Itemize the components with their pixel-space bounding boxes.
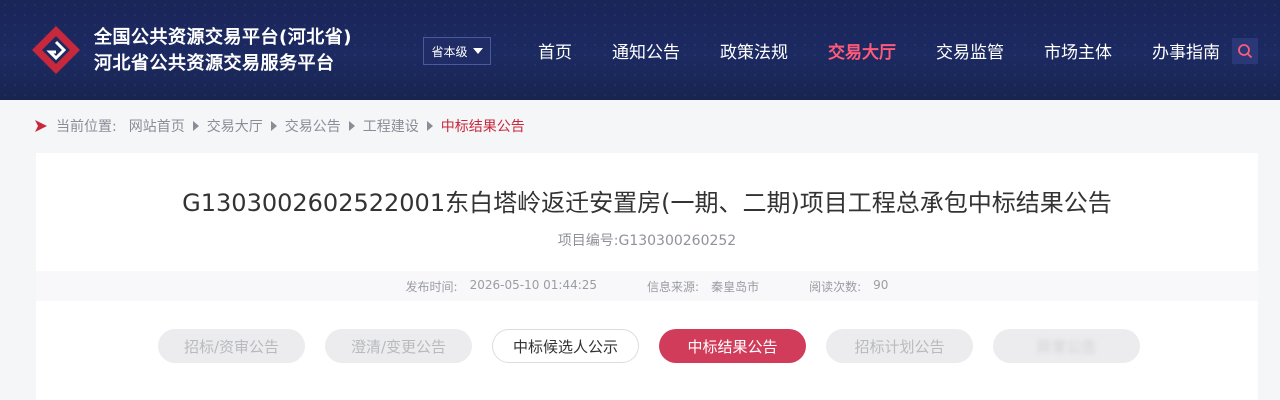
chevron-down-icon: [472, 48, 483, 54]
tab-candidate-publicity[interactable]: 中标候选人公示: [492, 329, 639, 363]
nav-item-market-entities[interactable]: 市场主体: [1024, 38, 1132, 63]
tab-abnormal-notice[interactable]: 异常公告: [993, 329, 1140, 363]
views-count: 90: [873, 277, 889, 292]
publish-time: 2026-05-10 01:44:25: [469, 277, 598, 292]
publish-time-group: 发布时间: 2026-05-10 01:44:25: [406, 278, 598, 295]
breadcrumb-separator-icon: [270, 121, 277, 131]
breadcrumb-separator-icon: [192, 121, 199, 131]
breadcrumb-separator-icon: [426, 121, 433, 131]
tab-award-result[interactable]: 中标结果公告: [659, 329, 806, 363]
article-card: G1303002602522001东白塔岭返迁安置房(一期、二期)项目工程总承包…: [36, 153, 1258, 400]
tab-clarification-notice[interactable]: 澄清/变更公告: [325, 329, 472, 363]
search-button[interactable]: [1232, 38, 1258, 64]
breadcrumb-item-home[interactable]: 网站首页: [129, 116, 185, 136]
nav-item-policies[interactable]: 政策法规: [700, 38, 808, 63]
breadcrumb-item-trading-notices[interactable]: 交易公告: [285, 116, 341, 136]
site-title-line1: 全国公共资源交易平台(河北省): [94, 27, 352, 48]
level-select[interactable]: 省本级: [423, 37, 491, 65]
breadcrumb: 当前位置: 网站首页 交易大厅 交易公告 工程建设 中标结果公告: [34, 114, 525, 138]
nav-item-supervision[interactable]: 交易监管: [916, 38, 1024, 63]
site-header: 全国公共资源交易平台(河北省) 河北省公共资源交易服务平台 省本级 首页 通知公…: [0, 0, 1280, 100]
breadcrumb-item-trading-hall[interactable]: 交易大厅: [207, 116, 263, 136]
level-select-value: 省本级: [431, 44, 468, 59]
site-title[interactable]: 全国公共资源交易平台(河北省) 河北省公共资源交易服务平台: [94, 25, 352, 77]
nav-item-notices[interactable]: 通知公告: [592, 38, 700, 63]
nav-item-service-guide[interactable]: 办事指南: [1132, 38, 1240, 63]
tab-tender-notice[interactable]: 招标/资审公告: [158, 329, 305, 363]
tab-tender-plan[interactable]: 招标计划公告: [826, 329, 973, 363]
site-logo-icon[interactable]: [30, 24, 82, 76]
views-label: 阅读次数:: [809, 279, 862, 294]
breadcrumb-label: 当前位置:: [56, 119, 117, 135]
breadcrumb-item-construction[interactable]: 工程建设: [363, 116, 419, 136]
article-meta: 发布时间: 2026-05-10 01:44:25 信息来源: 秦皇岛市 阅读次…: [36, 271, 1258, 301]
views-group: 阅读次数: 90: [809, 278, 888, 295]
main-nav: 首页 通知公告 政策法规 交易大厅 交易监管 市场主体 办事指南: [518, 0, 1240, 100]
source-value: 秦皇岛市: [711, 279, 760, 294]
location-arrow-icon: [35, 120, 47, 132]
nav-item-trading-hall[interactable]: 交易大厅: [808, 38, 916, 63]
source-group: 信息来源: 秦皇岛市: [647, 278, 759, 295]
project-number: 项目编号:G130300260252: [557, 233, 737, 249]
article-title: G1303002602522001东白塔岭返迁安置房(一期、二期)项目工程总承包…: [182, 189, 1112, 217]
publish-time-label: 发布时间:: [405, 279, 458, 294]
breadcrumb-current: 中标结果公告: [440, 119, 525, 135]
nav-item-home[interactable]: 首页: [518, 38, 592, 63]
search-icon: [1238, 44, 1253, 59]
tab-abnormal-label: 异常公告: [1036, 337, 1097, 356]
site-title-line2: 河北省公共资源交易服务平台: [94, 53, 335, 74]
source-label: 信息来源:: [647, 279, 700, 294]
breadcrumb-separator-icon: [348, 121, 355, 131]
notice-type-tabs: 招标/资审公告 澄清/变更公告 中标候选人公示 中标结果公告 招标计划公告 异常…: [158, 329, 1140, 363]
